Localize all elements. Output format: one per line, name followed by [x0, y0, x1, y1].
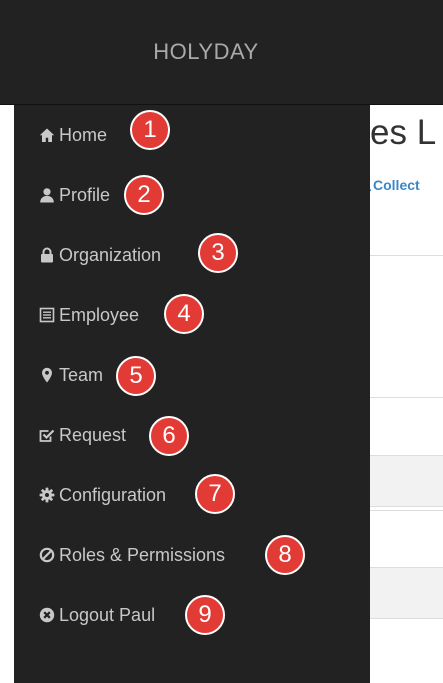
- cog-icon: [38, 486, 56, 504]
- step-badge: 3: [198, 233, 238, 273]
- map-marker-icon: [38, 366, 56, 384]
- table-row: [370, 567, 443, 619]
- collect-link-label: Collect: [373, 177, 420, 193]
- sidebar-menu: Home 1 Profile 2 Organization 3 Employee…: [14, 105, 370, 683]
- sidebar-item-label: Organization: [59, 244, 162, 265]
- step-badge: 8: [265, 535, 305, 575]
- sidebar-item-profile[interactable]: Profile: [38, 175, 110, 215]
- sidebar-item-label: Team: [59, 364, 104, 385]
- list-alt-icon: [38, 306, 56, 324]
- sidebar-item-configuration[interactable]: Configuration: [38, 475, 166, 515]
- sidebar-item-logout[interactable]: Logout Paul: [38, 595, 155, 635]
- table-divider: [370, 255, 443, 256]
- sidebar-item-label: Logout Paul: [59, 604, 156, 625]
- step-badge: 6: [149, 416, 189, 456]
- sidebar-item-label: Home: [59, 124, 108, 145]
- sidebar-item-label: Roles & Permissions: [59, 544, 226, 565]
- step-badge: 9: [185, 595, 225, 635]
- sidebar-item-team[interactable]: Team: [38, 355, 103, 395]
- ban-circle-icon: [38, 546, 56, 564]
- page-heading: es L: [370, 113, 437, 152]
- table-divider: [370, 397, 443, 398]
- sidebar-item-employee[interactable]: Employee: [38, 295, 139, 335]
- sidebar-item-home[interactable]: Home: [38, 115, 107, 155]
- sidebar-item-label: Profile: [59, 184, 111, 205]
- sidebar-item-organization[interactable]: Organization: [38, 235, 161, 275]
- sidebar-item-label: Employee: [59, 304, 140, 325]
- top-navbar: HOLYDAY: [0, 0, 443, 105]
- table-row: [370, 455, 443, 507]
- remove-sign-icon: [38, 606, 56, 624]
- sidebar-item-roles-permissions[interactable]: Roles & Permissions: [38, 535, 225, 575]
- sidebar-item-label: Configuration: [59, 484, 167, 505]
- sidebar-item-label: Request: [59, 424, 127, 445]
- step-badge: 4: [164, 294, 204, 334]
- brand-title[interactable]: HOLYDAY: [0, 0, 412, 104]
- sidebar-item-request[interactable]: Request: [38, 415, 126, 455]
- step-badge: 1: [130, 110, 170, 150]
- step-badge: 7: [195, 474, 235, 514]
- check-square-icon: [38, 426, 56, 444]
- user-icon: [38, 186, 56, 204]
- lock-icon: [38, 246, 56, 264]
- step-badge: 2: [124, 175, 164, 215]
- home-icon: [38, 126, 56, 144]
- step-badge: 5: [116, 356, 156, 396]
- table-divider: [370, 510, 443, 511]
